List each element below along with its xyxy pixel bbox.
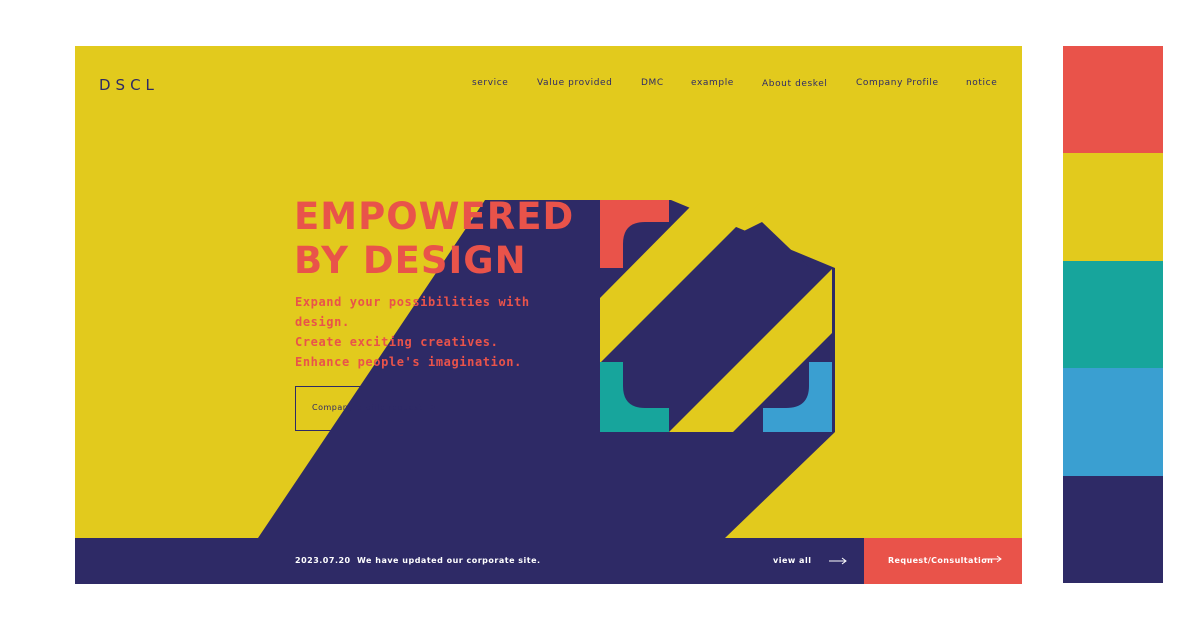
nav-item-example[interactable]: example <box>691 78 734 88</box>
hero-subtitle-line-3: Create exciting creatives. <box>295 335 499 349</box>
main-nav: service Value provided DMC example About… <box>455 78 1022 94</box>
swatch-coral <box>1063 46 1163 154</box>
arrow-right-icon <box>829 557 847 565</box>
arrow-right-icon <box>984 555 1002 563</box>
brand-logo-text: DSCL <box>99 76 159 94</box>
nav-item-dmc[interactable]: DMC <box>641 78 664 88</box>
news-bar: 2023.07.20 We have updated our corporate… <box>75 538 1022 584</box>
news-date: 2023.07.20 <box>295 556 351 565</box>
swatch-teal <box>1063 260 1163 369</box>
hero-subtitle: Expand your possibilities with design. C… <box>295 292 555 372</box>
hero-subtitle-line-2: design. <box>295 315 350 329</box>
swatch-yellow <box>1063 153 1163 261</box>
hero-subtitle-line-4: Enhance people's imagination. <box>295 355 522 369</box>
request-consultation-button[interactable]: Request/Consultation <box>864 538 1022 584</box>
hero-title: EMPOWERED BY DESIGN <box>294 195 574 283</box>
color-palette <box>1063 46 1163 583</box>
news-headline[interactable]: We have updated our corporate site. <box>357 556 541 565</box>
website-screenshot: DSCL service Value provided DMC example … <box>75 46 1022 584</box>
hero-title-line-1: EMPOWERED <box>294 195 575 238</box>
swatch-navy <box>1063 475 1163 583</box>
company-profile-request-label: Company profile request <box>312 403 423 412</box>
request-consultation-label: Request/Consultation <box>888 556 994 565</box>
hero-subtitle-line-1: Expand your possibilities with <box>295 295 530 309</box>
view-all-label: view all <box>773 556 812 565</box>
nav-item-notice[interactable]: notice <box>966 78 997 88</box>
view-all-link[interactable]: view all <box>773 555 853 569</box>
company-profile-request-button[interactable]: Company profile request <box>295 386 454 431</box>
brand-logo[interactable]: DSCL <box>99 76 159 94</box>
swatch-sky <box>1063 368 1163 476</box>
nav-item-service[interactable]: service <box>472 78 508 88</box>
nav-item-value-provided[interactable]: Value provided <box>537 78 613 88</box>
nav-item-about[interactable]: About deskel <box>762 79 828 89</box>
arrow-right-icon <box>421 403 435 411</box>
nav-item-company-profile[interactable]: Company Profile <box>856 78 939 88</box>
hero-title-line-2: BY DESIGN <box>294 239 527 282</box>
